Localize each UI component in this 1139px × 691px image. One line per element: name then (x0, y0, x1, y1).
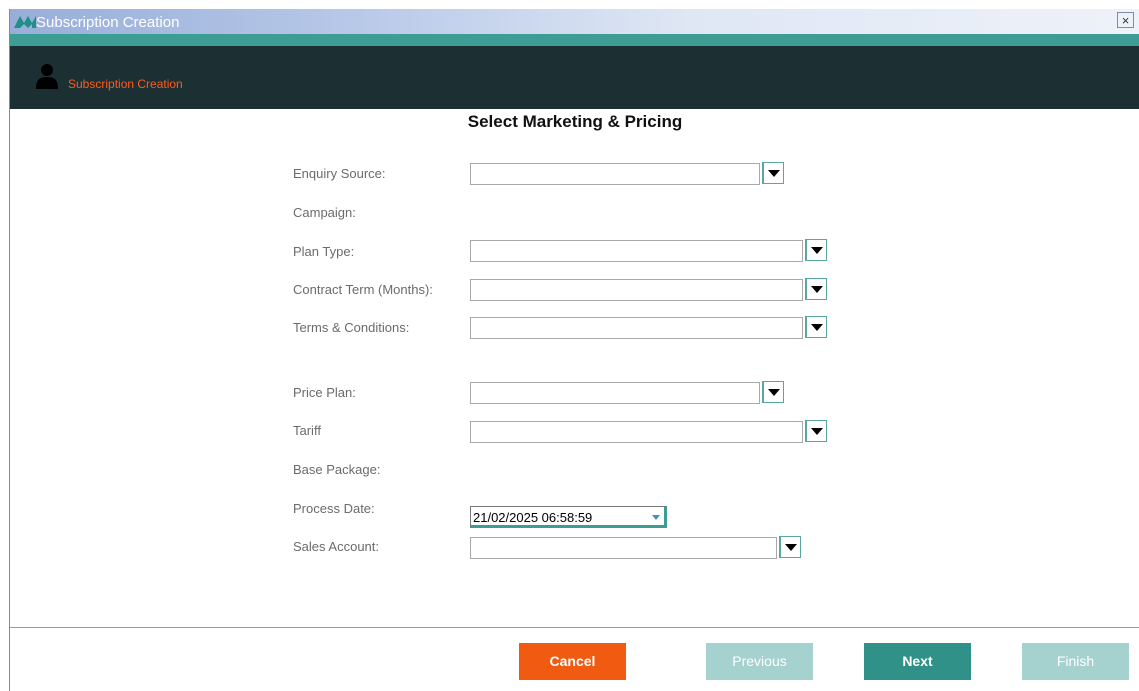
accent-strip (10, 34, 1139, 46)
window-title: Subscription Creation (36, 14, 180, 31)
close-button[interactable]: × (1117, 12, 1134, 28)
chevron-down-icon[interactable] (805, 239, 827, 261)
chevron-down-icon[interactable] (779, 536, 801, 558)
terms-conditions-label: Terms & Conditions: (293, 320, 410, 335)
chevron-down-icon[interactable] (805, 278, 827, 300)
plan-type-select[interactable] (470, 239, 827, 262)
finish-button[interactable]: Finish (1022, 643, 1129, 680)
process-date-label: Process Date: (293, 501, 375, 516)
price-plan-select[interactable] (470, 381, 784, 404)
campaign-label: Campaign: (293, 205, 356, 220)
dialog-window: Subscription Creation × Subscription Cre… (9, 9, 1139, 691)
process-date-value[interactable]: 21/02/2025 06:58:59 (473, 510, 592, 525)
contract-term-select[interactable] (470, 278, 827, 301)
price-plan-label: Price Plan: (293, 385, 356, 400)
app-logo-icon (14, 16, 36, 28)
sales-account-label: Sales Account: (293, 539, 379, 554)
chevron-down-icon[interactable] (762, 162, 784, 184)
base-package-label: Base Package: (293, 462, 381, 477)
chevron-down-icon[interactable] (762, 381, 784, 403)
enquiry-source-label: Enquiry Source: (293, 166, 386, 181)
user-icon (36, 64, 58, 89)
page-title: Select Marketing & Pricing (467, 112, 683, 131)
tariff-select[interactable] (470, 420, 827, 443)
process-date-picker[interactable]: 21/02/2025 06:58:59 (470, 506, 667, 528)
dropdown-arrow-icon[interactable] (652, 515, 660, 520)
cancel-button[interactable]: Cancel (519, 643, 626, 680)
chevron-down-icon[interactable] (805, 316, 827, 338)
sales-account-select[interactable] (470, 536, 801, 559)
previous-button[interactable]: Previous (706, 643, 813, 680)
chevron-down-icon[interactable] (805, 420, 827, 442)
footer-divider (10, 627, 1139, 628)
title-bar: Subscription Creation × (10, 9, 1139, 34)
enquiry-source-select[interactable] (470, 162, 784, 185)
next-button[interactable]: Next (864, 643, 971, 680)
breadcrumb[interactable]: Subscription Creation (68, 77, 183, 91)
tariff-label: Tariff (293, 423, 321, 438)
plan-type-label: Plan Type: (293, 244, 355, 259)
contract-term-label: Contract Term (Months): (293, 282, 433, 297)
header-bar: Subscription Creation (10, 46, 1139, 109)
terms-conditions-select[interactable] (470, 316, 827, 339)
